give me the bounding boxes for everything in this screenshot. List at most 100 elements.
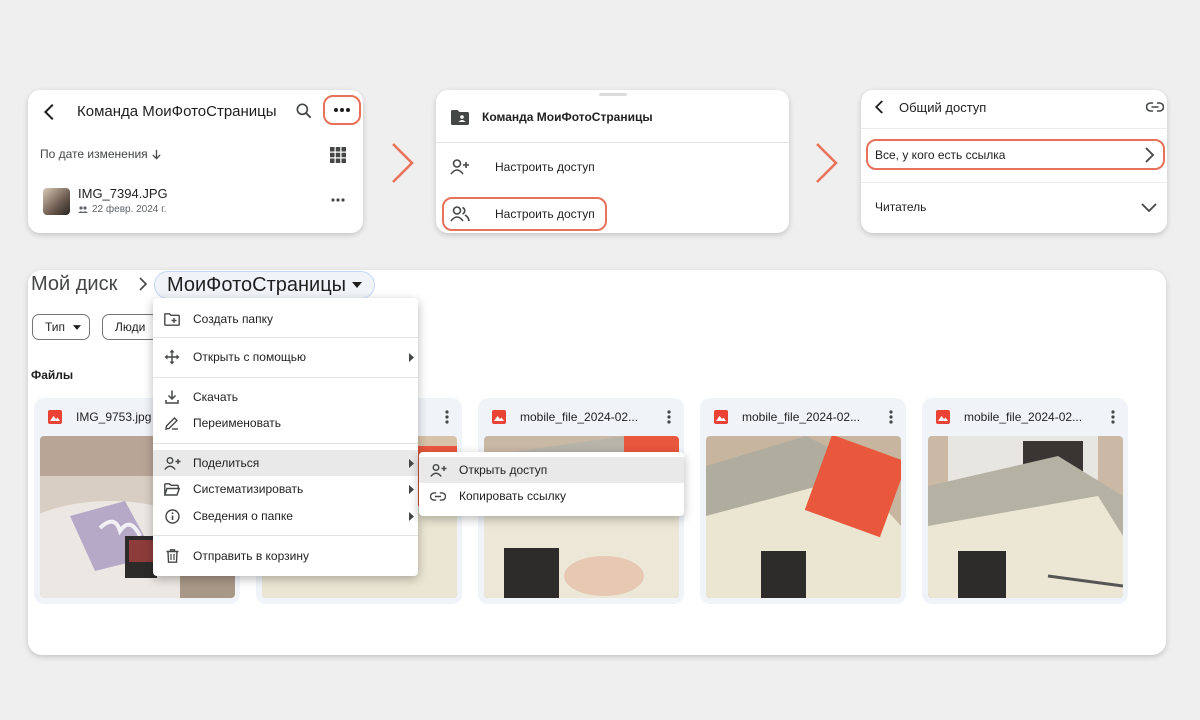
menu-label: Отправить в корзину: [193, 549, 309, 563]
menu-label: Переименовать: [193, 416, 281, 430]
open-with-icon: [163, 348, 181, 366]
caret-down-icon: [352, 282, 363, 288]
caret-right-icon: [408, 484, 414, 494]
sort-label: По дате изменения: [40, 147, 148, 161]
download-icon: [163, 388, 181, 406]
menu-item-trash[interactable]: Отправить в корзину: [153, 543, 418, 569]
divider: [153, 535, 418, 536]
more-vertical-icon[interactable]: [884, 408, 898, 426]
sheet-title: Команда МоиФотоСтраницы: [482, 110, 653, 124]
divider: [861, 128, 1167, 129]
menu-item-rename[interactable]: Переименовать: [153, 410, 418, 436]
file-thumbnail[interactable]: [43, 188, 70, 215]
image-file-icon: [48, 410, 62, 424]
file-card-name: IMG_9753.jpg: [76, 410, 152, 424]
shared-icon: [78, 206, 88, 213]
filter-type-chip[interactable]: Тип: [32, 314, 91, 340]
more-vertical-icon[interactable]: [662, 408, 676, 426]
general-access-card: Общий доступ Все, у кого есть ссылка Чит…: [861, 90, 1167, 233]
shared-folder-icon: [448, 105, 472, 129]
menu-item-open-with[interactable]: Открыть с помощью: [153, 344, 418, 370]
more-vertical-icon[interactable]: [440, 408, 454, 426]
menu-item-share[interactable]: Поделиться: [153, 450, 418, 476]
file-card[interactable]: mobile_file_2024-02...: [922, 398, 1128, 604]
chevron-right-icon: [135, 276, 151, 292]
rename-icon: [163, 414, 181, 432]
more-vertical-icon[interactable]: [1106, 408, 1120, 426]
file-date: 22 февр. 2024 г.: [92, 204, 167, 215]
file-card[interactable]: mobile_file_2024-02...: [700, 398, 906, 604]
divider: [153, 337, 418, 338]
file-preview-image[interactable]: [928, 436, 1123, 598]
manage-access-item[interactable]: Настроить доступ: [436, 154, 789, 180]
menu-label: Открыть с помощью: [193, 350, 307, 364]
arrow-left-icon[interactable]: [38, 100, 62, 124]
menu-label: Скачать: [193, 390, 238, 404]
submenu-item-share[interactable]: Открыть доступ: [419, 457, 684, 483]
more-horizontal-icon[interactable]: [328, 193, 348, 207]
caret-right-icon: [408, 352, 414, 362]
trash-icon: [163, 547, 181, 565]
menu-label: Открыть доступ: [459, 463, 548, 477]
menu-label: Создать папку: [193, 312, 273, 326]
highlight-access-option: [866, 139, 1165, 170]
file-card-name: mobile_file_2024-02...: [742, 410, 861, 424]
sheet-header: Команда МоиФотоСтраницы: [436, 104, 789, 130]
arrow-left-icon[interactable]: [869, 96, 891, 118]
menu-item-organize[interactable]: Систематизировать: [153, 476, 418, 502]
image-file-icon: [714, 410, 728, 424]
divider: [861, 182, 1167, 183]
person-add-icon: [429, 461, 447, 479]
folder-title: Команда МоиФотоСтраницы: [77, 103, 277, 120]
caret-right-icon: [408, 511, 414, 521]
menu-item-folder-info[interactable]: Сведения о папке: [153, 503, 418, 529]
chevron-right-icon: [814, 141, 840, 185]
arrow-down-icon: [151, 149, 162, 160]
breadcrumb-root[interactable]: Мой диск: [31, 273, 117, 296]
menu-label: Настроить доступ: [495, 160, 595, 174]
person-add-icon: [448, 155, 472, 179]
file-meta: 22 февр. 2024 г.: [78, 204, 166, 215]
caret-right-icon: [408, 458, 414, 468]
menu-label: Поделиться: [193, 456, 260, 470]
file-preview-image[interactable]: [706, 436, 901, 598]
divider: [153, 377, 418, 378]
divider: [153, 443, 418, 444]
sort-control[interactable]: По дате изменения: [40, 147, 162, 161]
card-title: Общий доступ: [899, 100, 987, 115]
divider: [436, 142, 789, 143]
caret-down-icon: [73, 324, 82, 330]
search-icon[interactable]: [292, 99, 316, 123]
submenu-item-copy-link[interactable]: Копировать ссылку: [419, 483, 684, 509]
chip-label: Люди: [115, 320, 146, 334]
folder-open-icon: [163, 480, 181, 498]
section-title: Файлы: [31, 368, 74, 382]
grid-view-icon[interactable]: [328, 145, 348, 165]
share-submenu: Открыть доступ Копировать ссылку: [419, 452, 684, 516]
menu-item-download[interactable]: Скачать: [153, 384, 418, 410]
chevron-down-icon[interactable]: [1139, 197, 1159, 217]
person-add-icon: [163, 454, 181, 472]
menu-label: Сведения о папке: [193, 509, 293, 523]
menu-label: Копировать ссылку: [459, 489, 566, 503]
chevron-right-icon: [390, 141, 416, 185]
folder-actions-sheet: Команда МоиФотоСтраницы Настроить доступ…: [436, 90, 789, 233]
new-folder-icon: [163, 310, 181, 328]
menu-item-new-folder[interactable]: Создать папку: [153, 306, 418, 332]
filter-people-chip[interactable]: Люди: [102, 314, 158, 340]
menu-label: Систематизировать: [193, 482, 304, 496]
info-icon: [163, 507, 181, 525]
file-name[interactable]: IMG_7394.JPG: [78, 186, 168, 201]
image-file-icon: [492, 410, 506, 424]
sheet-handle[interactable]: [599, 93, 627, 96]
role-label[interactable]: Читатель: [875, 200, 926, 214]
highlight-more-button: [323, 95, 361, 125]
image-file-icon: [936, 410, 950, 424]
breadcrumb-current-label: МоиФотоСтраницы: [167, 273, 347, 296]
folder-context-menu: Создать папку Открыть с помощью Скачать …: [153, 298, 418, 576]
link-icon[interactable]: [1145, 99, 1165, 115]
highlight-manage-access: [442, 197, 607, 231]
chip-label: Тип: [45, 320, 66, 334]
breadcrumb-current[interactable]: МоиФотоСтраницы: [154, 271, 376, 299]
file-card-name: mobile_file_2024-02...: [964, 410, 1083, 424]
